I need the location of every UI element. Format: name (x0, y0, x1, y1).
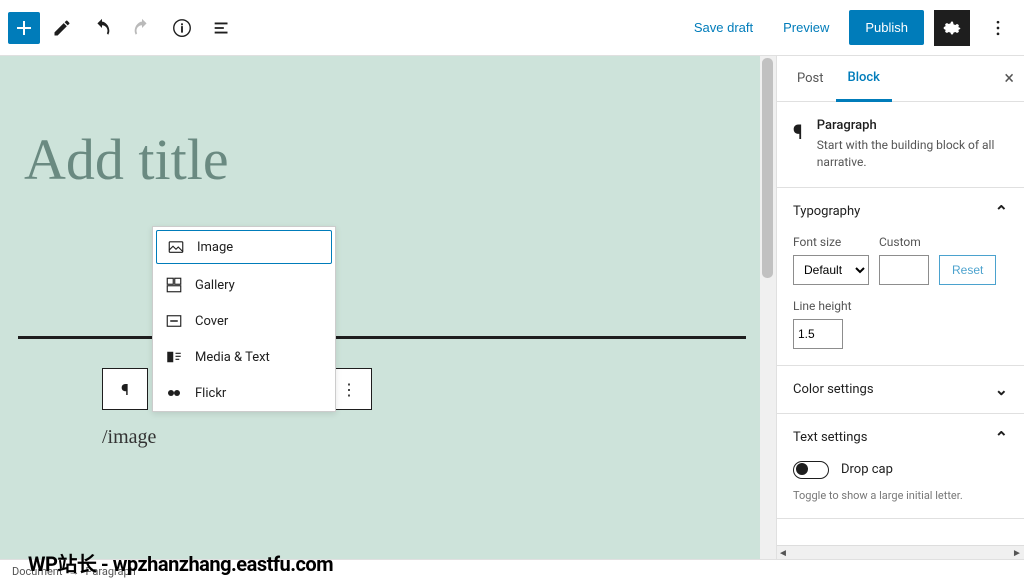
custom-size-input[interactable] (879, 255, 929, 285)
chevron-up-icon: ⌃ (995, 202, 1008, 221)
info-button[interactable] (164, 10, 200, 46)
autocomplete-label: Media & Text (195, 350, 270, 365)
block-type-button[interactable]: ¶ (102, 368, 148, 410)
paragraph-icon: ¶ (793, 118, 803, 171)
font-size-reset-button[interactable]: Reset (939, 255, 996, 285)
undo-button[interactable] (84, 10, 120, 46)
block-info-header: ¶ Paragraph Start with the building bloc… (777, 102, 1024, 188)
line-height-input[interactable] (793, 319, 843, 349)
custom-size-label: Custom (879, 235, 929, 249)
top-toolbar: Save draft Preview Publish (0, 0, 1024, 56)
chevron-up-icon: ⌃ (995, 428, 1008, 447)
pencil-icon (52, 18, 72, 38)
gear-icon (941, 17, 963, 39)
autocomplete-item-flickr[interactable]: Flickr (153, 375, 335, 411)
post-title-placeholder[interactable]: Add title (24, 126, 229, 193)
save-draft-button[interactable]: Save draft (684, 12, 763, 43)
drop-cap-toggle[interactable] (793, 461, 829, 479)
autocomplete-label: Cover (195, 314, 228, 329)
block-type-description: Start with the building block of all nar… (817, 137, 1008, 171)
edit-mode-button[interactable] (44, 10, 80, 46)
separator-block[interactable] (18, 336, 746, 339)
more-menu-button[interactable] (980, 10, 1016, 46)
media-text-icon (165, 348, 183, 366)
autocomplete-label: Gallery (195, 278, 235, 293)
outline-button[interactable] (204, 10, 240, 46)
preview-button[interactable]: Preview (773, 12, 839, 43)
block-type-title: Paragraph (817, 118, 1008, 133)
settings-button[interactable] (934, 10, 970, 46)
tab-block[interactable]: Block (836, 56, 892, 102)
main-area: Add title ¶ ⋮ /image Image Gallery Cover (0, 56, 1024, 559)
scroll-right-arrow[interactable]: ► (1010, 546, 1024, 559)
drop-cap-label: Drop cap (841, 462, 893, 477)
watermark-text: WP站长 - wpzhanzhang.eastfu.com (28, 548, 333, 577)
chevron-down-icon: ⌄ (995, 380, 1008, 399)
autocomplete-label: Image (197, 240, 233, 255)
settings-sidebar: Post Block × ¶ Paragraph Start with the … (776, 56, 1024, 559)
color-settings-panel: Color settings ⌄ (777, 366, 1024, 414)
panel-title: Typography (793, 204, 860, 219)
dots-vertical-icon (988, 18, 1008, 38)
info-icon (171, 17, 193, 39)
typography-panel-toggle[interactable]: Typography ⌃ (777, 188, 1024, 235)
autocomplete-item-cover[interactable]: Cover (153, 303, 335, 339)
autocomplete-item-media-text[interactable]: Media & Text (153, 339, 335, 375)
typography-panel: Typography ⌃ Font size Default Custom Re… (777, 188, 1024, 366)
sidebar-close-button[interactable]: × (1004, 68, 1014, 89)
autocomplete-item-image[interactable]: Image (156, 230, 332, 264)
redo-button (124, 10, 160, 46)
text-settings-panel: Text settings ⌃ Drop cap Toggle to show … (777, 414, 1024, 519)
cover-icon (165, 312, 183, 330)
close-icon: × (1004, 68, 1014, 89)
image-icon (167, 238, 185, 256)
redo-icon (131, 17, 153, 39)
block-autocomplete-popover: Image Gallery Cover Media & Text Flickr (152, 226, 336, 412)
scroll-left-arrow[interactable]: ◄ (776, 546, 790, 559)
plus-icon (12, 16, 36, 40)
sidebar-horizontal-scrollbar[interactable]: ◄ ► (776, 545, 1024, 559)
autocomplete-label: Flickr (195, 386, 226, 401)
drop-cap-description: Toggle to show a large initial letter. (793, 489, 1008, 502)
panel-title: Text settings (793, 430, 867, 445)
line-height-label: Line height (793, 299, 1008, 313)
font-size-select[interactable]: Default (793, 255, 869, 285)
list-icon (211, 17, 233, 39)
undo-icon (91, 17, 113, 39)
editor-canvas[interactable]: Add title ¶ ⋮ /image Image Gallery Cover (0, 56, 776, 559)
tab-post[interactable]: Post (785, 57, 836, 100)
sidebar-tabs: Post Block × (777, 56, 1024, 102)
autocomplete-item-gallery[interactable]: Gallery (153, 267, 335, 303)
toolbar-right: Save draft Preview Publish (684, 10, 1016, 46)
publish-button[interactable]: Publish (849, 10, 924, 45)
font-size-label: Font size (793, 235, 869, 249)
paragraph-icon: ¶ (121, 380, 129, 399)
panel-title: Color settings (793, 382, 874, 397)
text-settings-toggle[interactable]: Text settings ⌃ (777, 414, 1024, 461)
dots-vertical-icon: ⋮ (341, 380, 357, 399)
toolbar-left (8, 10, 240, 46)
paragraph-slash-input[interactable]: /image (102, 426, 156, 449)
gallery-icon (165, 276, 183, 294)
scrollbar-thumb[interactable] (762, 58, 773, 278)
add-block-button[interactable] (8, 12, 40, 44)
color-settings-toggle[interactable]: Color settings ⌄ (777, 366, 1024, 413)
canvas-scrollbar[interactable] (760, 56, 776, 559)
flickr-icon (165, 384, 183, 402)
